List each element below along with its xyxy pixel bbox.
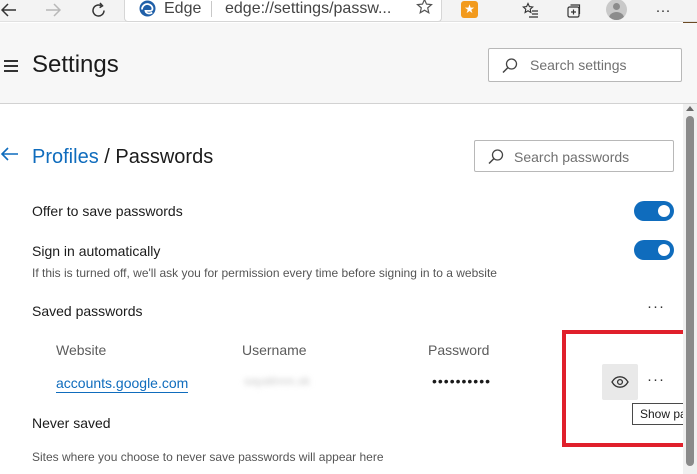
password-search-placeholder: Search passwords bbox=[514, 149, 630, 165]
saved-site-link[interactable]: accounts.google.com bbox=[56, 375, 189, 393]
back-button[interactable] bbox=[0, 0, 18, 20]
search-icon bbox=[488, 149, 504, 165]
address-bar[interactable]: Edge edge://settings/passw... bbox=[124, 0, 442, 22]
settings-search-input[interactable]: Search settings bbox=[488, 48, 682, 82]
address-bar-url[interactable]: edge://settings/passw... bbox=[225, 0, 391, 18]
back-to-profiles-button[interactable] bbox=[0, 146, 20, 162]
address-bar-divider bbox=[211, 1, 212, 17]
saved-username-blurred: sayalinnn.sk bbox=[244, 374, 311, 388]
saved-passwords-heading: Saved passwords bbox=[32, 303, 143, 319]
extension-icon[interactable]: ★ bbox=[461, 1, 478, 18]
browser-toolbar: Edge edge://settings/passw... ★ ··· bbox=[0, 0, 697, 22]
saved-password-masked: •••••••••• bbox=[432, 373, 492, 389]
column-header-website: Website bbox=[56, 342, 107, 358]
collections-button[interactable] bbox=[562, 0, 586, 20]
favorites-button[interactable] bbox=[518, 0, 542, 20]
star-outline-icon bbox=[416, 0, 433, 15]
add-favorite-button[interactable] bbox=[416, 0, 433, 20]
favorites-list-icon bbox=[521, 2, 538, 18]
breadcrumb-profiles-link[interactable]: Profiles bbox=[32, 146, 99, 168]
arrow-left-icon bbox=[1, 3, 16, 17]
page-scrollbar[interactable] bbox=[683, 104, 697, 474]
never-saved-heading: Never saved bbox=[32, 415, 111, 431]
breadcrumb-current-page: Passwords bbox=[115, 146, 214, 168]
toggle-knob bbox=[658, 205, 670, 217]
hamburger-menu-icon[interactable] bbox=[4, 60, 18, 72]
annotation-highlight-box bbox=[562, 330, 697, 447]
sign-in-automatically-toggle[interactable] bbox=[634, 240, 674, 260]
toggle-knob bbox=[658, 244, 670, 256]
back-arrow-icon bbox=[0, 147, 18, 161]
column-header-password: Password bbox=[428, 342, 490, 358]
refresh-icon bbox=[91, 2, 105, 17]
password-search-input[interactable]: Search passwords bbox=[474, 140, 674, 172]
offer-to-save-toggle[interactable] bbox=[634, 201, 674, 221]
breadcrumb: Profiles / Passwords bbox=[32, 146, 213, 169]
scrollbar-thumb[interactable] bbox=[686, 116, 694, 466]
column-header-username: Username bbox=[242, 342, 307, 358]
profile-avatar[interactable] bbox=[606, 0, 627, 20]
search-icon bbox=[502, 58, 518, 74]
avatar-body bbox=[609, 12, 624, 20]
settings-search-placeholder: Search settings bbox=[530, 57, 627, 73]
sign-in-automatically-label: Sign in automatically bbox=[32, 243, 161, 259]
forward-button[interactable] bbox=[42, 0, 64, 20]
offer-to-save-label: Offer to save passwords bbox=[32, 203, 183, 219]
settings-header: Settings Search settings bbox=[0, 23, 697, 104]
edge-logo-icon bbox=[139, 0, 156, 17]
scroll-up-arrow-icon[interactable] bbox=[686, 106, 694, 111]
settings-title: Settings bbox=[32, 51, 119, 78]
saved-passwords-more-button[interactable]: ··· bbox=[647, 298, 665, 315]
address-bar-brand: Edge bbox=[164, 0, 202, 17]
refresh-button[interactable] bbox=[86, 0, 110, 20]
browser-menu-button[interactable]: ··· bbox=[650, 0, 676, 20]
avatar-head bbox=[613, 3, 620, 10]
never-saved-description: Sites where you choose to never save pas… bbox=[32, 450, 384, 464]
breadcrumb-separator: / bbox=[104, 146, 110, 168]
sign-in-automatically-description: If this is turned off, we'll ask you for… bbox=[32, 266, 497, 280]
arrow-right-icon bbox=[46, 3, 61, 17]
collections-icon bbox=[567, 4, 581, 18]
